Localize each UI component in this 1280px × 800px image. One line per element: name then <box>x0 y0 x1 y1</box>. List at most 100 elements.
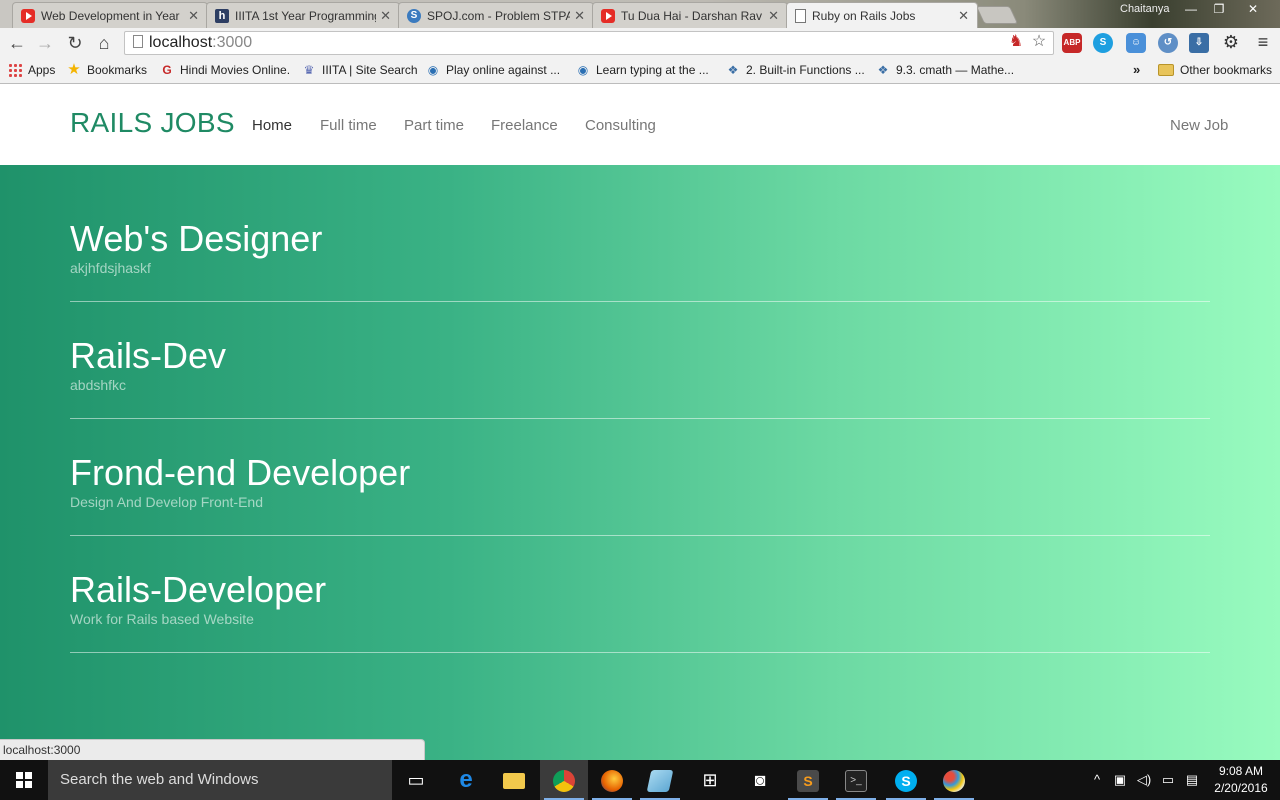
browser-tab[interactable]: h IIITA 1st Year Programming ✕ <box>206 2 400 28</box>
apps-icon <box>8 63 22 77</box>
gear-icon[interactable]: ⚙ <box>1221 32 1241 52</box>
chrome-icon[interactable] <box>540 760 588 800</box>
nav-freelance[interactable]: Freelance <box>491 117 558 134</box>
youtube-icon <box>601 8 615 23</box>
camera-icon[interactable]: ◙ <box>736 760 784 800</box>
store-icon[interactable]: ⊞ <box>686 760 734 800</box>
bookmark-item[interactable]: Apps <box>8 63 55 77</box>
close-tab-icon[interactable]: ✕ <box>574 8 585 24</box>
site-brand[interactable]: RAILS JOBS <box>70 107 235 139</box>
paint-icon[interactable] <box>930 760 978 800</box>
download-icon[interactable]: ⇩ <box>1189 33 1209 53</box>
extension-icon[interactable]: ☺ <box>1126 33 1146 53</box>
browser-toolbar: ← → ↻ ⌂ localhost:3000 ♞ ☆ ABP S ☺ ↺ ⇩ ⚙… <box>0 28 1280 58</box>
hackerearth-icon: h <box>215 8 229 23</box>
clock-date: 2/20/2016 <box>1214 781 1268 795</box>
tab-title: Ruby on Rails Jobs <box>812 8 916 23</box>
bookmark-star-icon[interactable]: ☆ <box>1029 32 1049 52</box>
nav-consulting[interactable]: Consulting <box>585 117 656 134</box>
tab-title: Tu Dua Hai - Darshan Rav <box>621 8 762 23</box>
close-tab-icon[interactable]: ✕ <box>958 8 969 24</box>
history-icon[interactable]: ↺ <box>1158 33 1178 53</box>
terminal-icon[interactable]: >_ <box>832 760 880 800</box>
job-item: Frond-end Developer Design And Develop F… <box>70 419 1210 536</box>
bookmark-label: Hindi Movies Online. <box>180 63 291 77</box>
taskbar-search[interactable]: Search the web and Windows <box>48 760 392 800</box>
bookmark-item[interactable]: ❖ 2. Built-in Functions ... <box>726 63 865 77</box>
extension-icon[interactable]: ♞ <box>1006 32 1026 52</box>
taskbar-clock[interactable]: 9:08 AM 2/20/2016 <box>1208 763 1274 797</box>
notifications-icon[interactable]: ▤ <box>1182 760 1202 800</box>
other-bookmarks[interactable]: Other bookmarks <box>1158 63 1272 77</box>
close-tab-icon[interactable]: ✕ <box>188 8 199 24</box>
reload-icon[interactable]: ↻ <box>64 32 86 54</box>
bookmark-label: Other bookmarks <box>1180 63 1273 77</box>
file-explorer-icon[interactable] <box>490 760 538 800</box>
bookmark-item[interactable]: ♛ IIITA | Site Search <box>302 63 418 77</box>
windows-icon <box>16 772 32 788</box>
firefox-icon[interactable] <box>588 760 636 800</box>
bookmarks-bar: Apps ★ Bookmarks G Hindi Movies Online. ♛ I… <box>0 58 1280 84</box>
movie-icon: G <box>162 63 172 77</box>
battery-icon[interactable]: ▭ <box>1158 760 1178 800</box>
nav-part-time[interactable]: Part time <box>404 117 464 134</box>
bookmark-item[interactable]: ★ Bookmarks <box>67 61 148 78</box>
job-description: Work for Rails based Website <box>70 611 254 627</box>
minimize-icon[interactable]: — <box>1178 0 1204 20</box>
bookmark-item[interactable]: ◉ Learn typing at the ... <box>576 63 709 77</box>
bookmark-label: Play online against ... <box>446 63 561 77</box>
close-tab-icon[interactable]: ✕ <box>380 8 391 24</box>
restore-icon[interactable]: ❐ <box>1206 0 1232 20</box>
browser-tab[interactable]: S SPOJ.com - Problem STPA ✕ <box>398 2 594 28</box>
tab-title: Web Development in Year <box>41 8 180 23</box>
address-bar[interactable]: localhost:3000 <box>124 31 1054 55</box>
star-icon: ★ <box>67 61 81 78</box>
bookmarks-overflow[interactable]: » <box>1133 62 1140 77</box>
job-title[interactable]: Rails-Developer <box>70 569 326 611</box>
adblock-icon[interactable]: ABP <box>1062 33 1082 53</box>
browser-tab[interactable]: Web Development in Year ✕ <box>12 2 208 28</box>
jobs-section: Web's Designer akjhfdsjhaskf Rails-Dev a… <box>0 165 1280 760</box>
close-tab-icon[interactable]: ✕ <box>768 8 779 24</box>
volume-icon[interactable]: ◁) <box>1134 760 1154 800</box>
browser-tab-active[interactable]: Ruby on Rails Jobs ✕ <box>786 2 978 28</box>
page-icon <box>795 8 806 23</box>
network-icon[interactable]: ▣ <box>1110 760 1130 800</box>
start-button[interactable] <box>0 760 48 800</box>
bookmark-item[interactable]: ❖ 9.3. cmath — Mathe... <box>876 63 1014 77</box>
tray-overflow-icon[interactable]: ^ <box>1088 760 1106 800</box>
job-item: Rails-Dev abdshfkc <box>70 302 1210 419</box>
nav-home[interactable]: Home <box>252 117 292 134</box>
url-host: localhost <box>149 34 213 51</box>
job-title[interactable]: Web's Designer <box>70 218 322 260</box>
clock-time: 9:08 AM <box>1218 764 1264 778</box>
bookmark-label: Bookmarks <box>87 63 148 77</box>
profile-name[interactable]: Chaitanya <box>1120 3 1170 15</box>
folder-icon <box>1158 64 1174 76</box>
notepad-icon[interactable] <box>636 760 684 800</box>
forward-icon[interactable]: → <box>34 32 56 54</box>
browser-status-bar: localhost:3000 <box>0 739 425 760</box>
site-navbar: RAILS JOBS Home Full time Part time Free… <box>0 85 1280 165</box>
skype-icon[interactable]: S <box>1093 33 1113 53</box>
skype-icon[interactable]: S <box>882 760 930 800</box>
bookmark-item[interactable]: ◉ Play online against ... <box>426 63 560 77</box>
close-window-icon[interactable]: ✕ <box>1240 0 1266 20</box>
task-view-icon[interactable]: ▭ <box>392 760 440 800</box>
new-tab-button[interactable] <box>975 6 1019 24</box>
bookmark-item[interactable]: G Hindi Movies Online. <box>160 63 290 77</box>
edge-icon[interactable]: e <box>442 760 490 800</box>
bookmark-label: IIITA | Site Search <box>322 63 418 77</box>
bookmark-label: Apps <box>28 63 56 77</box>
job-title[interactable]: Rails-Dev <box>70 335 226 377</box>
job-title[interactable]: Frond-end Developer <box>70 452 410 494</box>
sublime-icon[interactable]: S <box>784 760 832 800</box>
new-job-link[interactable]: New Job <box>1170 117 1228 134</box>
nav-full-time[interactable]: Full time <box>320 117 377 134</box>
menu-icon[interactable]: ≡ <box>1253 32 1273 52</box>
back-icon[interactable]: ← <box>6 32 28 54</box>
home-icon[interactable]: ⌂ <box>93 32 115 54</box>
browser-tab[interactable]: Tu Dua Hai - Darshan Rav ✕ <box>592 2 788 28</box>
bookmark-label: 2. Built-in Functions ... <box>746 63 865 77</box>
spoj-icon: S <box>407 8 421 23</box>
